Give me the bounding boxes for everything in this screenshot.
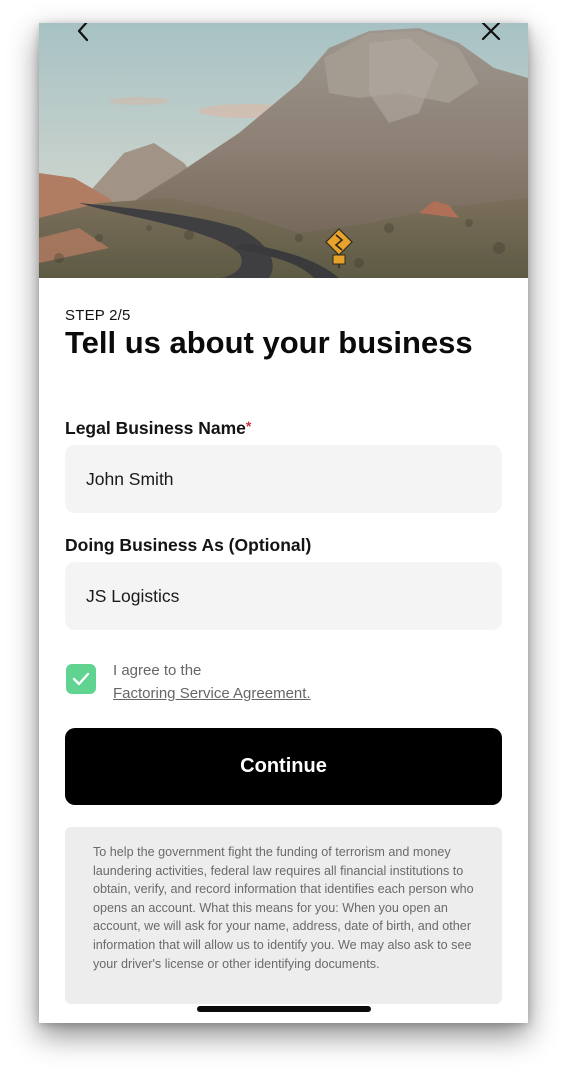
chevron-left-icon xyxy=(77,23,89,42)
patriot-act-disclosure: To help the government fight the funding… xyxy=(65,827,502,1004)
agreement-prefix: I agree to the xyxy=(113,662,202,679)
agreement-text: I agree to the Factoring Service Agreeme… xyxy=(113,659,311,705)
agreement-row: I agree to the Factoring Service Agreeme… xyxy=(65,659,502,702)
agreement-checkbox[interactable] xyxy=(66,664,96,694)
legal-business-name-label-text: Legal Business Name xyxy=(65,418,246,438)
close-button[interactable] xyxy=(477,23,505,45)
dba-label: Doing Business As (Optional) xyxy=(65,535,312,555)
back-button[interactable] xyxy=(69,23,97,45)
dba-input[interactable] xyxy=(65,562,502,630)
page-title: Tell us about your business xyxy=(65,325,473,360)
legal-business-name-label: Legal Business Name* xyxy=(65,418,251,439)
continue-button[interactable]: Continue xyxy=(65,728,502,805)
step-indicator: STEP 2/5 xyxy=(65,307,131,324)
hero-image xyxy=(39,23,528,278)
close-icon xyxy=(481,23,501,41)
legal-business-name-input[interactable] xyxy=(65,445,502,513)
phone-screen: STEP 2/5 Tell us about your business Leg… xyxy=(39,23,528,1023)
factoring-agreement-link[interactable]: Factoring Service Agreement. xyxy=(113,682,311,705)
desert-landscape-illustration xyxy=(39,23,528,278)
checkmark-icon xyxy=(72,672,90,686)
required-marker: * xyxy=(245,418,252,434)
home-indicator[interactable] xyxy=(197,1006,371,1012)
